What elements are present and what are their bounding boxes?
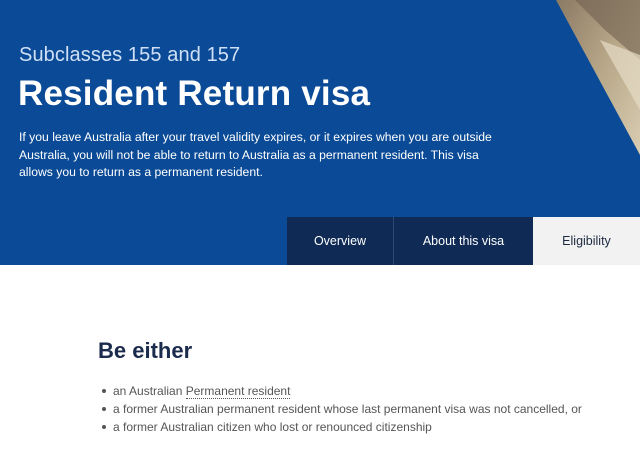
page-subtitle: Subclasses 155 and 157 (19, 44, 241, 66)
bullet-icon (102, 425, 106, 429)
list-item-text: a former Australian citizen who lost or … (113, 420, 432, 434)
tab-bar: Overview About this visa Eligibility (287, 217, 640, 265)
eligibility-list: an Australian Permanent resident a forme… (100, 382, 582, 436)
bullet-icon (102, 389, 106, 393)
list-item: a former Australian citizen who lost or … (100, 418, 582, 436)
list-item: a former Australian permanent resident w… (100, 400, 582, 418)
bullet-icon (102, 407, 106, 411)
tab-eligibility[interactable]: Eligibility (533, 217, 640, 265)
page-title: Resident Return visa (18, 74, 371, 113)
list-item-text: an Australian (113, 384, 186, 398)
permanent-resident-link[interactable]: Permanent resident (185, 384, 291, 399)
list-item-text: a former Australian permanent resident w… (113, 402, 582, 416)
intro-text: If you leave Australia after your travel… (19, 130, 492, 179)
tab-overview[interactable]: Overview (287, 217, 394, 265)
list-item: an Australian Permanent resident (100, 382, 582, 400)
hero-banner: Subclasses 155 and 157 Resident Return v… (0, 0, 640, 265)
tab-about-this-visa[interactable]: About this visa (394, 217, 533, 265)
section-heading: Be either (98, 338, 193, 363)
